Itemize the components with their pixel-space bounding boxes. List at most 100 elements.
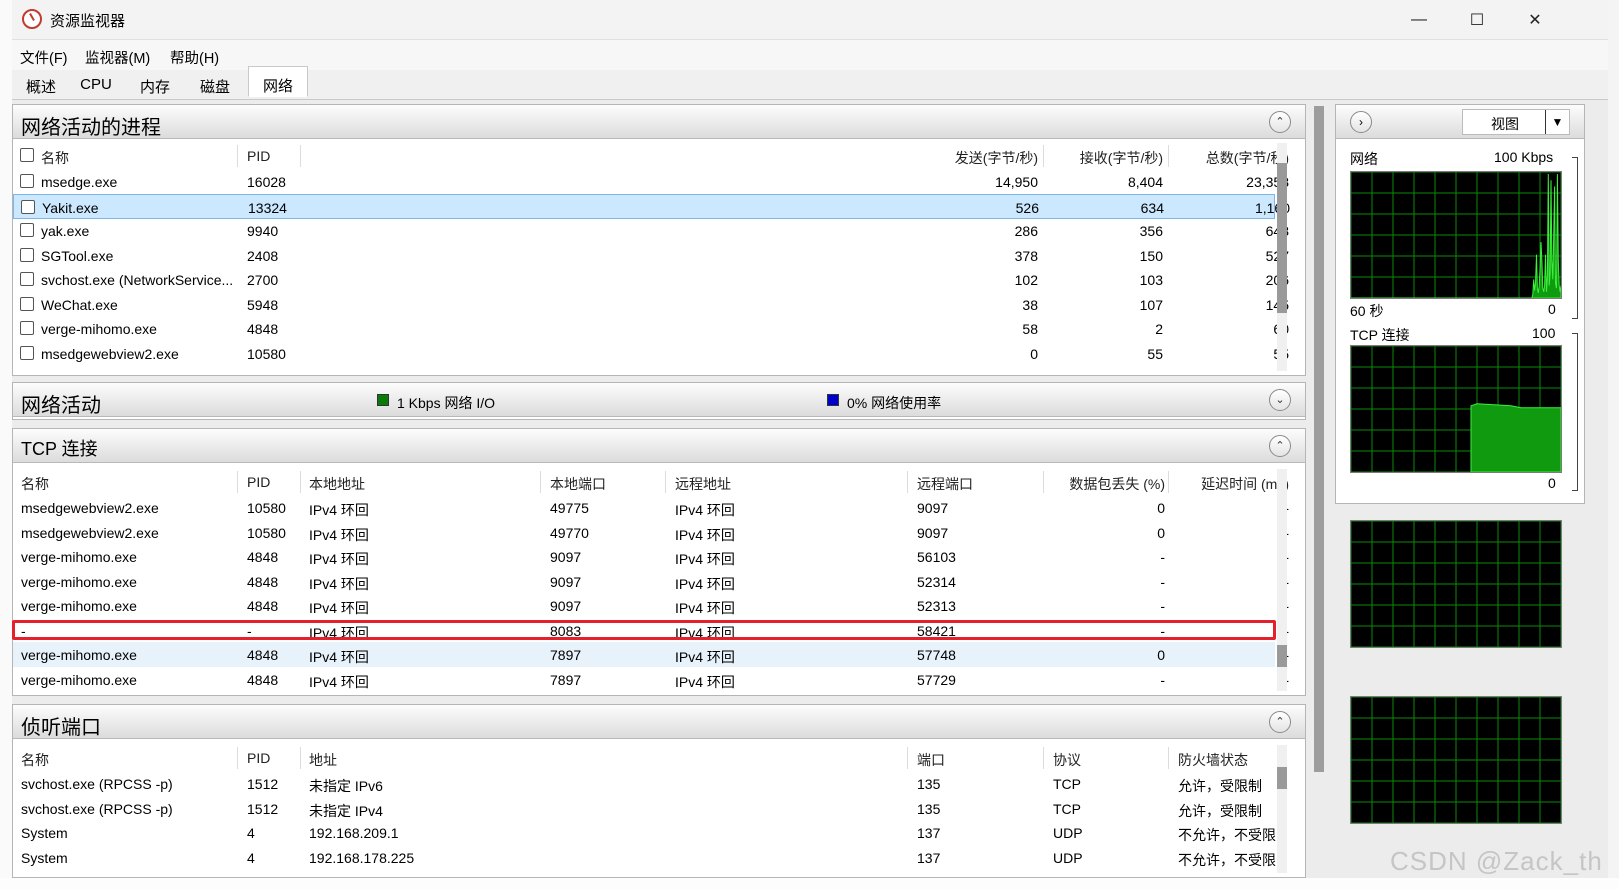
process-checkbox[interactable] — [20, 321, 34, 335]
tcp-remote-port: 57748 — [917, 647, 956, 663]
tcp-col-pid[interactable]: PID — [247, 474, 270, 490]
process-row[interactable]: yak.exe 9940 286 356 643 — [13, 218, 1289, 243]
listen-col-proto[interactable]: 协议 — [1053, 750, 1081, 770]
tcp-header[interactable]: TCP 连接 ⌃ — [13, 429, 1305, 463]
tcp-col-rport[interactable]: 远程端口 — [917, 474, 973, 494]
select-all-checkbox[interactable] — [20, 148, 34, 162]
tcp-collapse-button[interactable]: ⌃ — [1269, 435, 1291, 457]
tcp-graph-min: 0 — [1548, 475, 1556, 491]
tcp-scrollbar[interactable] — [1277, 469, 1287, 691]
process-row[interactable]: verge-mihomo.exe 4848 58 2 60 — [13, 316, 1289, 341]
tcp-local-address: IPv4 环回 — [309, 673, 369, 690]
process-checkbox[interactable] — [20, 223, 34, 237]
process-checkbox[interactable] — [20, 296, 34, 311]
network-activity-header[interactable]: 网络活动 1 Kbps 网络 I/O 0% 网络使用率 ⌄ — [13, 383, 1305, 417]
close-button[interactable]: ✕ — [1512, 6, 1558, 34]
listen-col-name[interactable]: 名称 — [21, 750, 49, 770]
tcp-packet-loss: 0 — [1157, 500, 1165, 516]
col-name[interactable]: 名称 — [41, 148, 69, 168]
listen-row[interactable]: System 4 192.168.178.225 137 UDP 不允许，不受限... — [13, 845, 1288, 870]
tcp-row[interactable]: verge-mihomo.exe 4848 IPv4 环回 7897 IPv4 环回 57… — [13, 667, 1289, 692]
tcp-local-address: IPv4 环回 — [309, 551, 369, 567]
tcp-col-laddr[interactable]: 本地地址 — [309, 474, 365, 494]
tcp-col-name[interactable]: 名称 — [21, 474, 49, 494]
tab-disk[interactable]: 磁盘 — [192, 70, 238, 100]
tcp-row[interactable]: msedgewebview2.exe 10580 IPv4 环回 49770 IPv4 … — [13, 520, 1289, 545]
process-row[interactable]: msedge.exe 16028 14,950 8,404 23,353 — [13, 169, 1289, 194]
process-checkbox[interactable] — [21, 199, 35, 214]
title-bar: 资源监视器 — ☐ ✕ — [12, 0, 1608, 40]
process-checkbox[interactable] — [20, 247, 34, 262]
process-checkbox[interactable] — [20, 272, 34, 286]
processes-header[interactable]: 网络活动的进程 ⌃ — [13, 105, 1305, 139]
process-row[interactable]: msedgewebview2.exe 10580 0 55 55 — [13, 341, 1289, 366]
tab-bar: 概述 CPU 内存 磁盘 网络 — [12, 66, 1608, 100]
maximize-button[interactable]: ☐ — [1454, 6, 1500, 34]
tcp-remote-port: 52313 — [917, 598, 956, 614]
processes-panel: 网络活动的进程 ⌃ 名称 PID 发送(字节/秒) 接收(字节/秒) 总数(字节… — [12, 104, 1306, 376]
listen-header[interactable]: 侦听端口 ⌃ — [13, 705, 1305, 739]
listen-col-port[interactable]: 端口 — [917, 750, 945, 770]
listen-address: 192.168.178.225 — [309, 849, 415, 866]
listen-col-addr[interactable]: 地址 — [309, 750, 337, 770]
view-dropdown[interactable]: 视图 ▼ — [1462, 109, 1570, 135]
col-total[interactable]: 总数(字节/秒) — [1173, 148, 1289, 168]
tcp-row[interactable]: verge-mihomo.exe 4848 IPv4 环回 9097 IPv4 环回 52… — [13, 569, 1289, 594]
usage-legend-label: 0% 网络使用率 — [847, 395, 942, 411]
tcp-remote-address: IPv4 环回 — [675, 649, 735, 665]
processes-scrollbar[interactable] — [1277, 143, 1287, 371]
process-checkbox[interactable] — [20, 174, 34, 188]
menu-help[interactable]: 帮助(H) — [170, 47, 219, 68]
process-row[interactable]: svchost.exe (NetworkService... 2700 102 103… — [13, 267, 1289, 292]
tcp-col-loss[interactable]: 数据包丢失 (%) — [1048, 474, 1165, 494]
listen-col-firewall[interactable]: 防火墙状态 — [1178, 750, 1248, 770]
tab-overview[interactable]: 概述 — [18, 70, 64, 100]
network-activity-expand-button[interactable]: ⌄ — [1269, 389, 1291, 411]
tcp-latency: - — [1173, 574, 1289, 590]
tcp-row[interactable]: verge-mihomo.exe 4848 IPv4 环回 7897 IPv4 环回 57… — [13, 642, 1289, 667]
listen-collapse-button[interactable]: ⌃ — [1269, 711, 1291, 733]
tcp-row[interactable]: verge-mihomo.exe 4848 IPv4 环回 9097 IPv4 环回 52… — [13, 593, 1289, 618]
process-recv: 634 — [1140, 199, 1164, 216]
process-recv: 150 — [1139, 247, 1163, 264]
tab-network[interactable]: 网络 — [248, 66, 308, 97]
tcp-scroll-thumb[interactable] — [1277, 645, 1287, 667]
left-pane-scrollbar[interactable] — [1314, 106, 1324, 772]
listen-firewall: 允许，受限制 — [1178, 778, 1262, 794]
menu-monitor[interactable]: 监视器(M) — [85, 47, 150, 68]
listen-pid: 4 — [247, 849, 255, 866]
tcp-local-address: IPv4 环回 — [309, 526, 369, 543]
processes-scroll-thumb[interactable] — [1277, 163, 1287, 313]
listen-row[interactable]: System 4 192.168.209.1 137 UDP 不允许，不受限... — [13, 820, 1288, 845]
process-name: yak.exe — [41, 223, 90, 239]
process-row[interactable]: Yakit.exe 13324 526 634 1,160 — [13, 193, 1290, 219]
listen-scrollbar[interactable] — [1277, 745, 1287, 873]
col-send[interactable]: 发送(字节/秒) — [893, 148, 1038, 168]
listen-col-pid[interactable]: PID — [247, 750, 270, 766]
tcp-col-lport[interactable]: 本地端口 — [550, 474, 606, 494]
col-recv[interactable]: 接收(字节/秒) — [1048, 148, 1163, 168]
tcp-col-latency[interactable]: 延迟时间 (ms) — [1173, 474, 1289, 494]
usage-legend-swatch — [827, 394, 839, 406]
tab-cpu[interactable]: CPU — [74, 70, 118, 100]
processes-collapse-button[interactable]: ⌃ — [1269, 111, 1291, 133]
tcp-row[interactable]: verge-mihomo.exe 4848 IPv4 环回 9097 IPv4 环回 56… — [13, 544, 1289, 569]
col-pid[interactable]: PID — [247, 148, 270, 164]
process-pid: 4848 — [247, 321, 279, 337]
tcp-row[interactable]: msedgewebview2.exe 10580 IPv4 环回 49775 IPv4 … — [13, 495, 1289, 520]
process-pid: 16028 — [247, 174, 286, 190]
graphs-expand-button[interactable]: › — [1350, 111, 1372, 133]
minimize-button[interactable]: — — [1396, 6, 1442, 34]
tcp-packet-loss: - — [1160, 573, 1165, 590]
tab-memory[interactable]: 内存 — [132, 70, 178, 100]
listen-scroll-thumb[interactable] — [1277, 767, 1287, 789]
process-row[interactable]: SGTool.exe 2408 378 150 527 — [13, 243, 1289, 268]
listen-row[interactable]: svchost.exe (RPCSS -p) 1512 未指定 IPv6 135 TCP… — [13, 771, 1275, 796]
menu-file[interactable]: 文件(F) — [20, 47, 68, 68]
process-checkbox[interactable] — [20, 345, 34, 360]
tcp-col-raddr[interactable]: 远程地址 — [675, 474, 731, 494]
listen-port: 137 — [917, 825, 941, 841]
process-row[interactable]: WeChat.exe 5948 38 107 145 — [13, 292, 1289, 317]
listen-row[interactable]: svchost.exe (RPCSS -p) 1512 未指定 IPv4 135 TCP… — [13, 796, 1275, 821]
tcp-title: TCP 连接 — [21, 439, 98, 459]
